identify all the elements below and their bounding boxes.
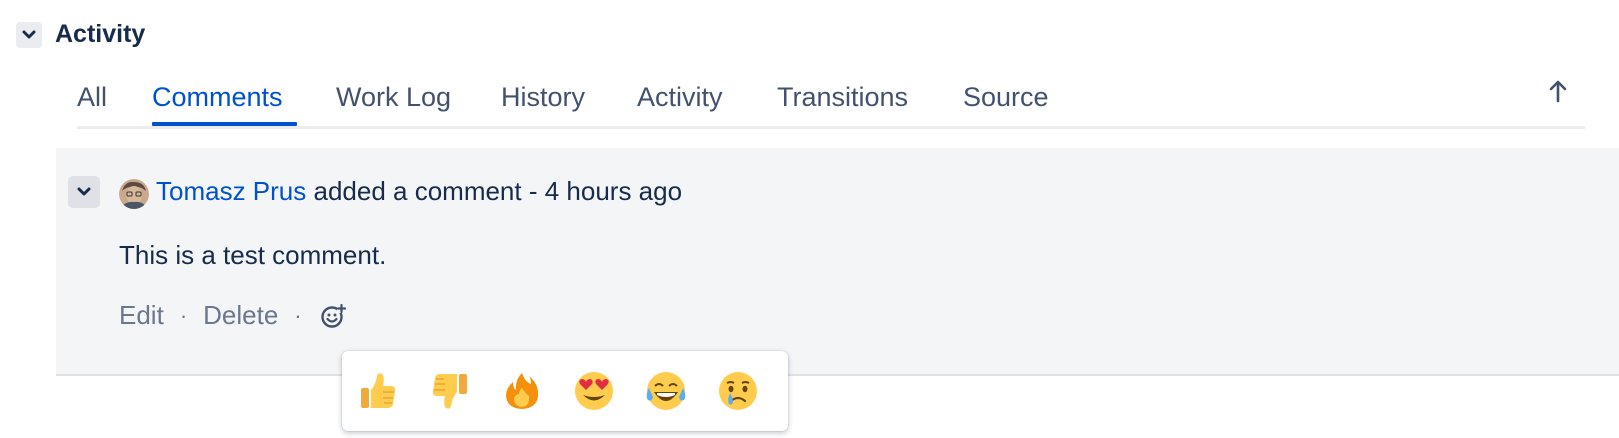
action-separator: · xyxy=(294,302,302,328)
comment-meta: Tomasz Prus added a comment - 4 hours ag… xyxy=(156,176,682,207)
comment-actions: Edit · Delete · xyxy=(119,300,348,331)
section-title: Activity xyxy=(55,20,146,48)
comment-collapse-button[interactable] xyxy=(68,176,100,208)
arrow-up-icon xyxy=(1549,80,1567,103)
tab-source[interactable]: Source xyxy=(963,82,1049,113)
crying-icon xyxy=(719,372,757,410)
tab-comments[interactable]: Comments xyxy=(152,82,283,113)
activity-panel: Activity All Comments Work Log History A… xyxy=(0,0,1619,438)
tab-all[interactable]: All xyxy=(77,82,107,113)
action-separator: · xyxy=(179,302,188,328)
tears-of-joy-icon xyxy=(646,372,686,410)
scroll-to-top-button[interactable] xyxy=(1543,74,1573,108)
activity-tabs: All Comments Work Log History Activity T… xyxy=(77,72,1585,129)
tears-of-joy-emoji-icon[interactable] xyxy=(644,368,688,414)
heart-eyes-emoji-icon[interactable] xyxy=(572,368,616,414)
tab-history[interactable]: History xyxy=(501,82,585,113)
delete-comment-link[interactable]: Delete xyxy=(203,300,278,331)
comment-author-link[interactable]: Tomasz Prus xyxy=(156,176,306,206)
user-avatar-icon xyxy=(119,179,149,209)
reaction-picker-popup xyxy=(342,351,788,431)
active-tab-indicator xyxy=(152,122,297,126)
thumbs-down-emoji-icon[interactable] xyxy=(428,368,472,414)
heart-eyes-icon xyxy=(575,372,613,410)
tab-work-log[interactable]: Work Log xyxy=(336,82,451,113)
tab-transitions[interactable]: Transitions xyxy=(777,82,908,113)
comment-body: This is a test comment. xyxy=(119,240,387,270)
comment-item: Tomasz Prus added a comment - 4 hours ag… xyxy=(56,148,1619,376)
activity-section-header: Activity xyxy=(16,20,145,49)
thumbs-up-emoji-icon[interactable] xyxy=(356,368,400,414)
fire-emoji-icon[interactable] xyxy=(500,368,544,414)
thumbs-down-icon xyxy=(432,374,467,409)
add-reaction-button[interactable] xyxy=(318,301,348,331)
avatar[interactable] xyxy=(119,179,149,209)
thumbs-up-icon xyxy=(361,373,396,408)
chevron-down-icon xyxy=(22,30,36,38)
crying-emoji-icon[interactable] xyxy=(716,368,760,414)
fire-icon xyxy=(506,373,539,409)
add-reaction-icon xyxy=(320,303,346,328)
section-collapse-button[interactable] xyxy=(16,21,42,48)
chevron-down-icon xyxy=(77,187,91,196)
edit-comment-link[interactable]: Edit xyxy=(119,300,164,331)
comment-action-text: added a comment - 4 hours ago xyxy=(306,176,683,206)
tab-activity[interactable]: Activity xyxy=(637,82,723,113)
